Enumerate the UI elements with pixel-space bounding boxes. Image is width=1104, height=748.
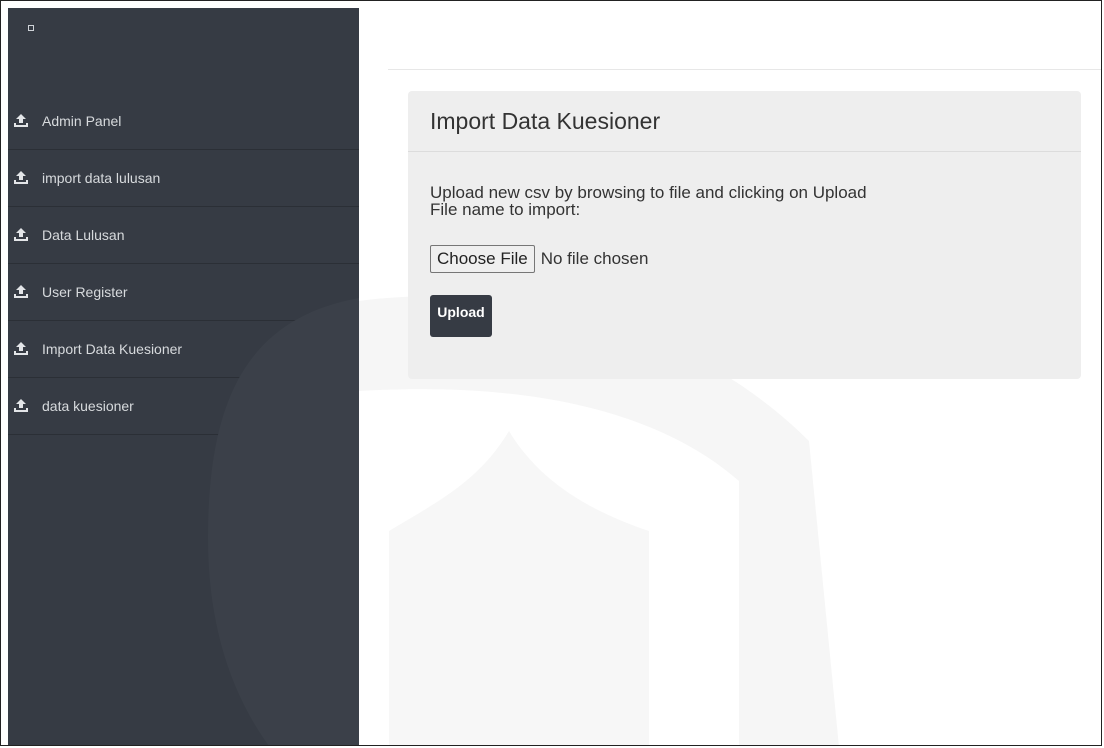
sidebar-item-label: Data Lulusan bbox=[42, 227, 125, 243]
sidebar-item-import-data-kuesioner[interactable]: Import Data Kuesioner bbox=[8, 321, 359, 378]
sidebar-item-user-register[interactable]: User Register bbox=[8, 264, 359, 321]
choose-file-button[interactable]: Choose File bbox=[430, 245, 535, 273]
instruction-line-2: File name to import: bbox=[430, 200, 581, 219]
sidebar-item-label: User Register bbox=[42, 284, 128, 300]
upload-icon bbox=[14, 171, 28, 184]
page-title: Import Data Kuesioner bbox=[430, 107, 661, 134]
sidebar-item-data-kuesioner[interactable]: data kuesioner bbox=[8, 378, 359, 435]
import-panel: Import Data Kuesioner Upload new csv by … bbox=[408, 91, 1081, 379]
app-frame: Admin Panel import data lulusan Data Lul… bbox=[0, 0, 1102, 746]
upload-icon bbox=[14, 342, 28, 355]
upload-button[interactable]: Upload bbox=[430, 295, 492, 337]
upload-icon bbox=[14, 228, 28, 241]
sidebar-menu: Admin Panel import data lulusan Data Lul… bbox=[8, 93, 359, 435]
brand-icon[interactable] bbox=[28, 25, 34, 31]
file-status-text: No file chosen bbox=[540, 249, 649, 268]
sidebar-item-label: Admin Panel bbox=[42, 113, 122, 129]
upload-instructions: Upload new csv by browsing to file and c… bbox=[430, 184, 1059, 218]
upload-icon bbox=[14, 285, 28, 298]
sidebar-item-label: import data lulusan bbox=[42, 170, 161, 186]
header-divider bbox=[388, 69, 1101, 70]
sidebar-item-label: Import Data Kuesioner bbox=[42, 341, 183, 357]
panel-heading: Import Data Kuesioner bbox=[408, 91, 1081, 152]
upload-icon bbox=[14, 399, 28, 412]
sidebar-item-import-data-lulusan[interactable]: import data lulusan bbox=[8, 150, 359, 207]
panel-body: Upload new csv by browsing to file and c… bbox=[408, 152, 1081, 337]
file-input-row: Choose File No file chosen bbox=[430, 245, 1059, 273]
sidebar-item-data-lulusan[interactable]: Data Lulusan bbox=[8, 207, 359, 264]
sidebar-item-admin-panel[interactable]: Admin Panel bbox=[8, 93, 359, 150]
sidebar: Admin Panel import data lulusan Data Lul… bbox=[8, 8, 359, 745]
upload-icon bbox=[14, 114, 28, 127]
sidebar-item-label: data kuesioner bbox=[42, 398, 134, 414]
